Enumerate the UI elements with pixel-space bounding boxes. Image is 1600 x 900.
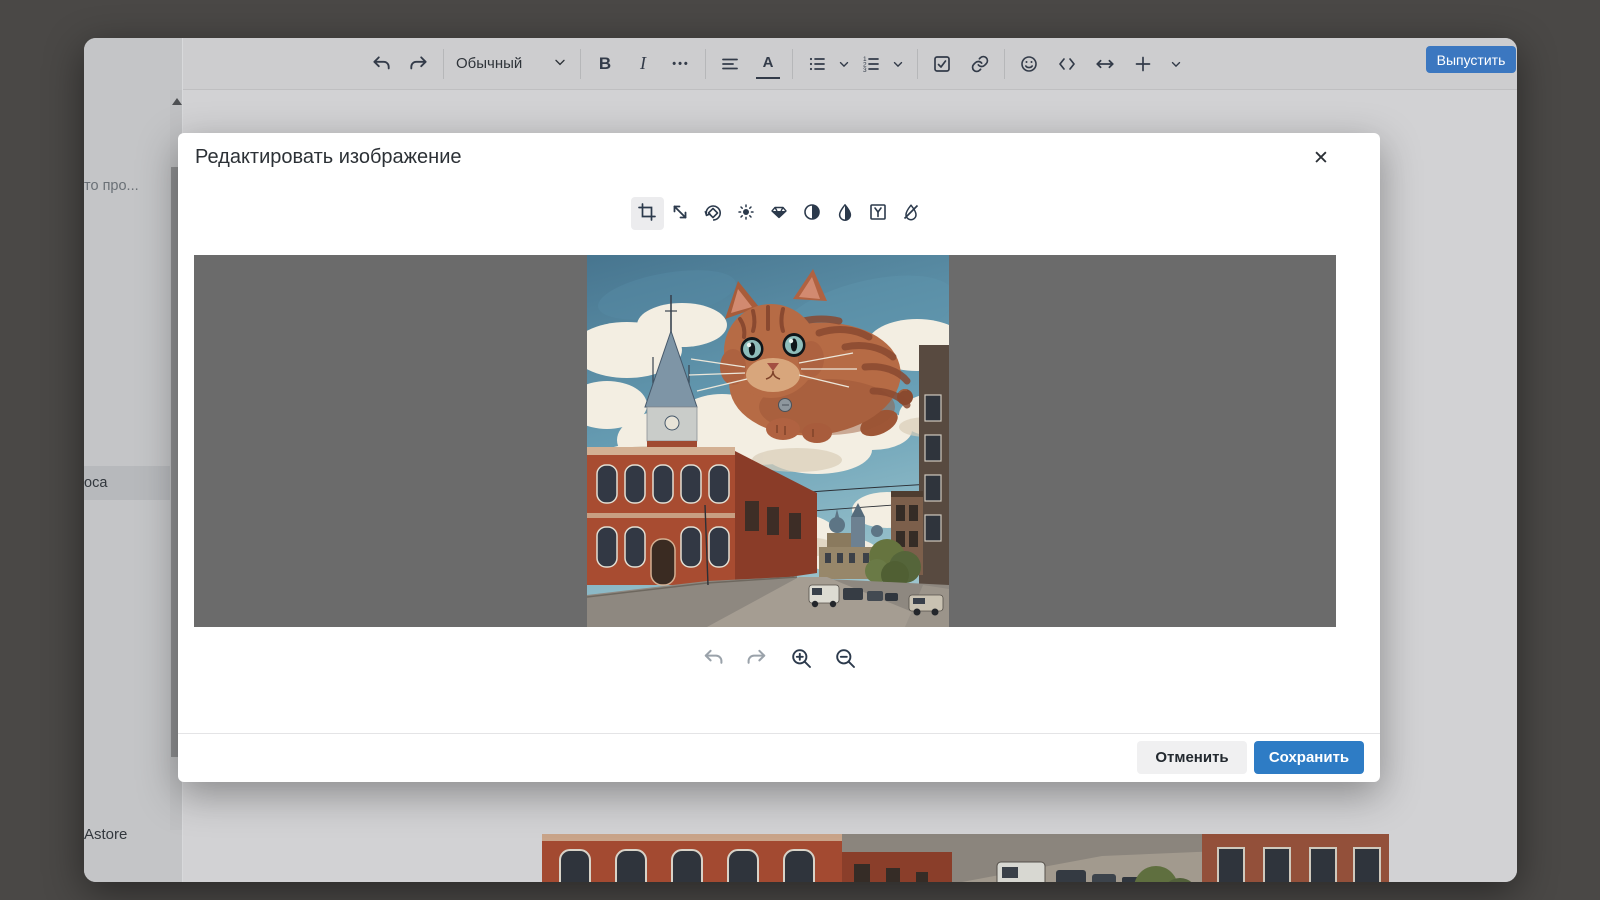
code-icon — [1057, 54, 1077, 74]
link-icon — [970, 54, 990, 74]
align-button[interactable] — [718, 49, 742, 79]
droplet-half-icon — [835, 202, 855, 225]
toolbar-separator — [580, 49, 581, 79]
toolbar-separator — [443, 49, 444, 79]
y-box-icon — [868, 202, 888, 225]
resize-icon — [670, 202, 690, 225]
full-width-button[interactable] — [1093, 49, 1117, 79]
code-button[interactable] — [1055, 49, 1079, 79]
numbered-list-icon: 123 — [861, 54, 881, 74]
modal-footer: Отменить Сохранить — [178, 733, 1380, 782]
emoji-button[interactable] — [1017, 49, 1041, 79]
cancel-button[interactable]: Отменить — [1137, 741, 1247, 774]
paragraph-style-dropdown[interactable]: Обычный — [456, 54, 568, 74]
sidebar-item-selected-label: оса — [84, 466, 171, 500]
gem-icon — [769, 202, 789, 225]
zoom-in-icon — [789, 646, 813, 673]
edit-canvas[interactable] — [194, 255, 1336, 627]
checkbox-icon — [932, 54, 952, 74]
resize-tool-button[interactable] — [664, 197, 697, 230]
bullet-list-button[interactable] — [805, 49, 829, 79]
brightness-tool-button[interactable] — [730, 197, 763, 230]
link-button[interactable] — [968, 49, 992, 79]
toolbar-separator — [705, 49, 706, 79]
text-color-button[interactable]: A — [756, 49, 780, 79]
svg-text:3: 3 — [863, 67, 867, 74]
document-image-block[interactable] — [542, 834, 1389, 882]
sidebar-item-astore[interactable]: Astore — [84, 826, 170, 843]
sharpen-tool-button[interactable] — [763, 197, 796, 230]
align-left-icon — [720, 54, 740, 74]
contrast-icon — [802, 202, 822, 225]
rotate-left-icon — [703, 202, 723, 225]
undo-icon — [370, 53, 392, 75]
more-formatting-button[interactable]: ••• — [669, 49, 693, 79]
brightness-icon — [736, 202, 756, 225]
scroll-up-arrow-icon[interactable] — [172, 98, 182, 105]
save-button[interactable]: Сохранить — [1254, 741, 1364, 774]
insert-block-chevron[interactable] — [1169, 49, 1183, 79]
chevron-down-icon — [891, 57, 905, 71]
undo-button[interactable] — [369, 49, 393, 79]
zoom-out-icon — [833, 646, 857, 673]
crop-tool-button[interactable] — [631, 197, 664, 230]
plus-icon — [1133, 54, 1153, 74]
toolbar-separator — [1004, 49, 1005, 79]
saturation-tool-button[interactable] — [829, 197, 862, 230]
cat-street-scene — [587, 255, 949, 627]
paragraph-style-value: Обычный — [456, 55, 522, 72]
bullet-list-chevron[interactable] — [837, 49, 851, 79]
chevron-down-icon — [552, 54, 568, 74]
canvas-redo-button[interactable] — [743, 645, 771, 673]
edit-image-modal: Редактировать изображение ✕ — [178, 133, 1380, 782]
toolbar-separator — [792, 49, 793, 79]
crop-icon — [637, 202, 657, 225]
undo-icon — [701, 646, 725, 673]
publish-button[interactable]: Выпустить — [1426, 46, 1516, 73]
italic-button[interactable]: I — [631, 49, 655, 79]
bold-button[interactable]: B — [593, 49, 617, 79]
redo-button[interactable] — [407, 49, 431, 79]
checkbox-list-button[interactable] — [930, 49, 954, 79]
sidebar-item-truncated[interactable]: то про... — [84, 178, 170, 194]
sidebar-item-selected[interactable]: оса — [84, 466, 171, 500]
droplet-slash-icon — [901, 202, 921, 225]
zoom-in-button[interactable] — [787, 645, 815, 673]
editor-toolbar: Обычный B I ••• A — [183, 38, 1517, 90]
numbered-list-button[interactable]: 123 — [859, 49, 883, 79]
redo-icon — [745, 646, 769, 673]
left-right-arrow-icon — [1094, 53, 1116, 75]
sidebar: то про... оса Astore — [84, 38, 183, 882]
blur-off-tool-button[interactable] — [895, 197, 928, 230]
canvas-controls — [178, 645, 1380, 673]
grayscale-tool-button[interactable] — [862, 197, 895, 230]
contrast-tool-button[interactable] — [796, 197, 829, 230]
modal-title: Редактировать изображение — [195, 146, 462, 169]
street-scene-bottom — [542, 834, 1389, 882]
rotate-tool-button[interactable] — [697, 197, 730, 230]
chevron-down-icon — [1169, 57, 1183, 71]
close-button[interactable]: ✕ — [1304, 141, 1338, 175]
numbered-list-chevron[interactable] — [891, 49, 905, 79]
bullet-list-icon — [807, 54, 827, 74]
zoom-out-button[interactable] — [831, 645, 859, 673]
chevron-down-icon — [837, 57, 851, 71]
toolbar-separator — [917, 49, 918, 79]
edited-image[interactable] — [587, 255, 949, 627]
image-tools-row — [178, 197, 1380, 230]
emoji-icon — [1019, 54, 1039, 74]
canvas-undo-button[interactable] — [699, 645, 727, 673]
redo-icon — [408, 53, 430, 75]
insert-block-button[interactable] — [1131, 49, 1155, 79]
